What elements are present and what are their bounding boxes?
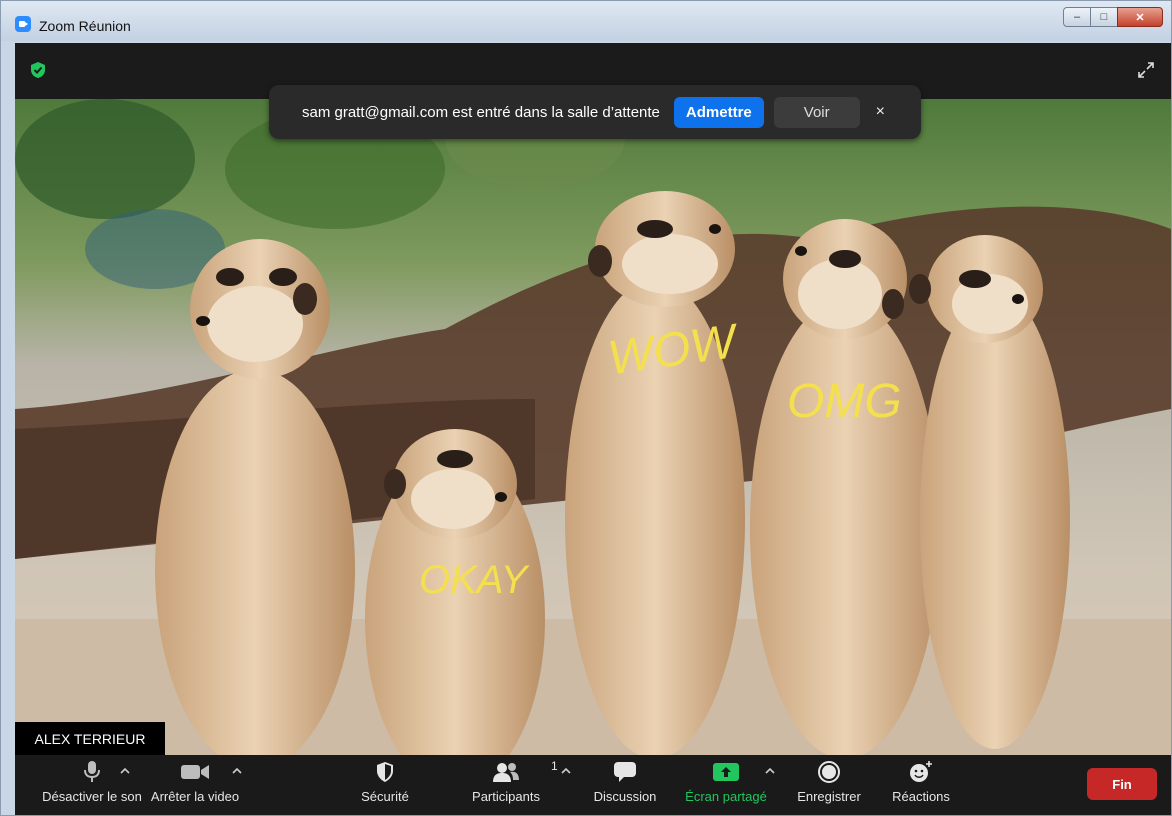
security-label: Sécurité xyxy=(361,789,409,804)
fullscreen-icon[interactable] xyxy=(1137,61,1155,79)
participants-count: 1 xyxy=(551,759,558,773)
participants-options-chevron-icon[interactable] xyxy=(560,765,572,777)
annotation-omg: OMG xyxy=(787,375,902,428)
record-button[interactable]: Enregistrer xyxy=(789,755,869,815)
close-window-button[interactable]: ✕ xyxy=(1117,7,1163,27)
participants-label: Participants xyxy=(472,789,540,804)
title-bar: Zoom Réunion – □ ✕ xyxy=(1,1,1171,41)
reactions-button[interactable]: Réactions xyxy=(881,755,961,815)
close-notification-icon[interactable]: × xyxy=(876,103,885,121)
encryption-shield-icon[interactable] xyxy=(29,61,47,79)
meeting-toolbar: Désactiver le son Arrêter la video Sécur… xyxy=(15,755,1171,815)
security-shield-icon xyxy=(377,762,393,782)
annotation-okay: OKAY xyxy=(419,558,531,602)
mute-label: Désactiver le son xyxy=(42,789,142,804)
share-screen-label: Écran partagé xyxy=(685,789,767,804)
chat-bubble-icon xyxy=(614,762,636,782)
maximize-button[interactable]: □ xyxy=(1090,7,1118,27)
end-meeting-button[interactable]: Fin xyxy=(1087,768,1157,800)
participant-video: WOW OMG OKAY xyxy=(15,99,1171,755)
video-camera-icon xyxy=(181,765,209,779)
record-icon xyxy=(818,761,840,783)
minimize-button[interactable]: – xyxy=(1063,7,1091,27)
zoom-window: Zoom Réunion – □ ✕ WOW OMG OKAY sam grat… xyxy=(0,0,1172,816)
share-screen-button[interactable]: Écran partagé xyxy=(681,755,771,815)
window-title: Zoom Réunion xyxy=(39,18,131,34)
stop-video-label: Arrêter la video xyxy=(150,789,240,804)
view-button[interactable]: Voir xyxy=(773,96,860,128)
mute-button[interactable]: Désactiver le son xyxy=(27,755,157,815)
waiting-room-notification: sam gratt@gmail.com est entré dans la sa… xyxy=(269,85,921,139)
admit-button[interactable]: Admettre xyxy=(673,96,764,128)
video-options-chevron-icon[interactable] xyxy=(231,765,243,777)
participant-name-tag: ALEX TERRIEUR xyxy=(15,722,165,755)
microphone-icon xyxy=(84,761,100,782)
share-screen-icon xyxy=(713,763,739,781)
audio-options-chevron-icon[interactable] xyxy=(119,765,131,777)
window-controls: – □ ✕ xyxy=(1063,7,1163,27)
share-options-chevron-icon[interactable] xyxy=(764,765,776,777)
chat-button[interactable]: Discussion xyxy=(585,755,665,815)
zoom-app-icon xyxy=(15,16,31,32)
reactions-label: Réactions xyxy=(892,789,950,804)
participants-icon xyxy=(493,763,519,782)
participants-button[interactable]: 1 Participants xyxy=(461,755,558,815)
reactions-emoji-icon xyxy=(910,761,932,782)
chat-label: Discussion xyxy=(593,789,657,804)
notification-text: sam gratt@gmail.com est entré dans la sa… xyxy=(302,103,660,121)
stop-video-button[interactable]: Arrêter la video xyxy=(145,755,245,815)
security-button[interactable]: Sécurité xyxy=(345,755,425,815)
video-area: WOW OMG OKAY sam gratt@gmail.com est ent… xyxy=(15,43,1171,755)
record-label: Enregistrer xyxy=(797,789,861,804)
